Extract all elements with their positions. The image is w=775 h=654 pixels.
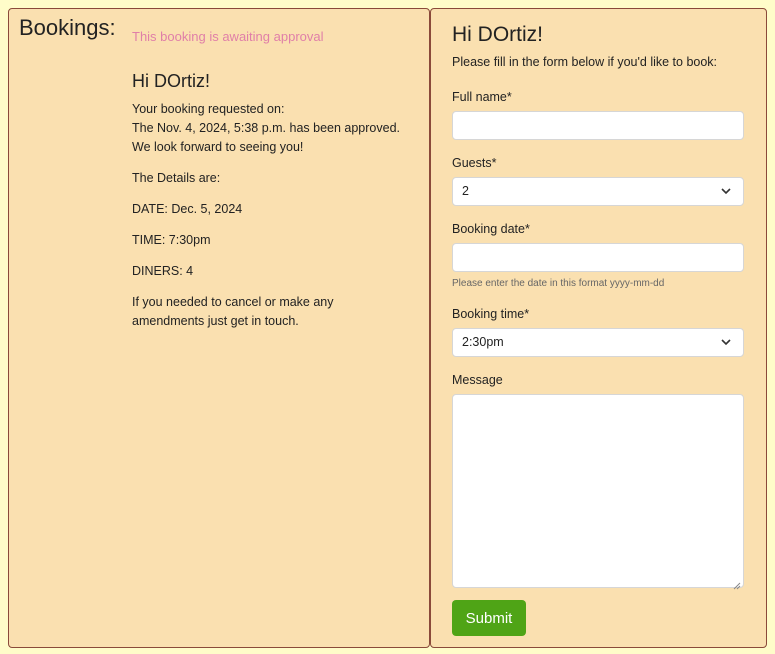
guests-group: Guests* 2 [452,156,744,206]
booking-date-detail: DATE: Dec. 5, 2024 [132,202,243,216]
booking-diners-detail: DINERS: 4 [132,264,194,278]
booking-date-help: Please enter the date in this format yyy… [452,278,665,289]
resize-handle-icon[interactable] [733,577,741,590]
form-greeting: Hi DOrtiz! [452,23,543,46]
full-name-group: Full name* [452,90,744,140]
booking-time-select[interactable]: 2:30pm [452,328,744,357]
cancel-info-paragraph: If you needed to cancel or make any amen… [132,293,422,331]
cancel-line-2: amendments just get in touch. [132,314,299,328]
booking-date-group: Booking date* Please enter the date in t… [452,222,744,289]
bookings-heading: Bookings: [19,15,116,40]
booking-confirmation-paragraph: Your booking requested on: The Nov. 4, 2… [132,100,422,157]
booking-greeting: Hi DOrtiz! [132,71,210,91]
message-group: Message [452,373,744,590]
booking-status-panel: Bookings: This booking is awaiting appro… [8,8,430,648]
form-intro: Please fill in the form below if you'd l… [452,55,718,69]
chevron-down-icon [721,178,733,205]
booking-status-text: This booking is awaiting approval [132,29,324,44]
forward-line: We look forward to seeing you! [132,140,304,154]
guests-label: Guests* [452,156,497,170]
booking-time-label: Booking time* [452,307,530,321]
guests-select-value: 2 [462,184,469,198]
details-intro: The Details are: [132,171,221,185]
full-name-label: Full name* [452,90,512,104]
booking-form-panel: Hi DOrtiz! Please fill in the form below… [430,8,767,648]
chevron-down-icon [721,329,733,356]
booking-date-input[interactable] [452,243,744,272]
requested-line: Your booking requested on: [132,102,285,116]
booking-date-label: Booking date* [452,222,530,236]
full-name-input[interactable] [452,111,744,140]
booking-time-group: Booking time* 2:30pm [452,307,744,357]
booking-time-detail: TIME: 7:30pm [132,233,211,247]
booking-time-select-value: 2:30pm [462,335,504,349]
booking-details: Hi DOrtiz! Your booking requested on: Th… [132,71,422,343]
submit-button[interactable]: Submit [452,600,526,636]
guests-select[interactable]: 2 [452,177,744,206]
cancel-line-1: If you needed to cancel or make any [132,295,334,309]
message-label: Message [452,373,503,387]
message-textarea[interactable] [452,394,744,590]
approved-line: The Nov. 4, 2024, 5:38 p.m. has been app… [132,121,400,135]
